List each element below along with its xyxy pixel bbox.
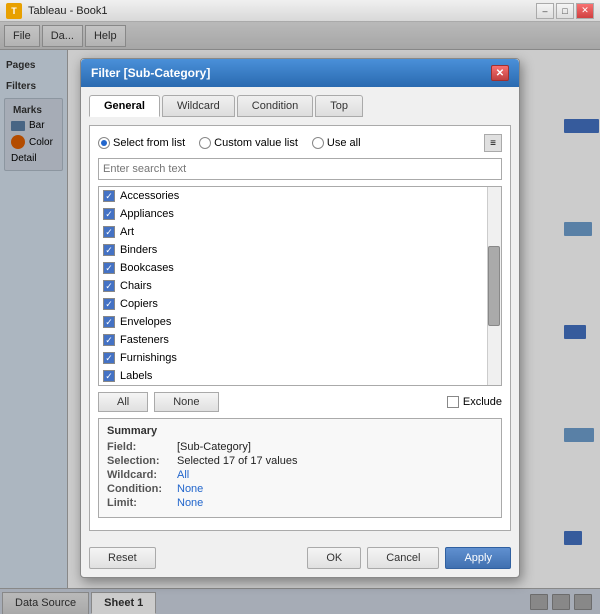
summary-selection-value: Selected 17 of 17 values — [177, 455, 297, 467]
list-item[interactable]: Bookcases — [99, 259, 487, 277]
summary-limit-label: Limit: — [107, 497, 177, 509]
item-checkbox-chairs[interactable] — [103, 280, 115, 292]
tab-bar: General Wildcard Condition Top — [89, 95, 511, 117]
item-label-labels: Labels — [120, 370, 152, 382]
summary-condition-label: Condition: — [107, 483, 177, 495]
item-checkbox-binders[interactable] — [103, 244, 115, 256]
all-button[interactable]: All — [98, 392, 148, 412]
list-scrollbar[interactable] — [487, 187, 501, 385]
select-from-list-radio[interactable]: Select from list — [98, 137, 185, 149]
item-checkbox-envelopes[interactable] — [103, 316, 115, 328]
list-item[interactable]: Art — [99, 223, 487, 241]
item-checkbox-appliances[interactable] — [103, 208, 115, 220]
filter-mode-row: Select from list Custom value list Use a… — [98, 134, 502, 152]
summary-limit-row: Limit: None — [107, 497, 493, 509]
item-label-appliances: Appliances — [120, 208, 174, 220]
list-item[interactable]: Chairs — [99, 277, 487, 295]
item-checkbox-copiers[interactable] — [103, 298, 115, 310]
tableau-main: File Da... Help Pages Filters Marks Bar … — [0, 22, 600, 614]
title-bar: T Tableau - Book1 – □ ✕ — [0, 0, 600, 22]
maximize-button[interactable]: □ — [556, 3, 574, 19]
scroll-thumb[interactable] — [488, 246, 500, 325]
summary-wildcard-value[interactable]: All — [177, 469, 189, 481]
dialog-footer: Reset OK Cancel Apply — [81, 539, 519, 577]
app-icon: T — [6, 3, 22, 19]
list-item[interactable]: Copiers — [99, 295, 487, 313]
dialog-overlay: Filter [Sub-Category] ✕ General Wildcard… — [0, 22, 600, 614]
summary-field-row: Field: [Sub-Category] — [107, 441, 493, 453]
apply-button[interactable]: Apply — [445, 547, 511, 569]
window-title: Tableau - Book1 — [28, 5, 108, 17]
custom-value-list-label: Custom value list — [214, 137, 298, 149]
dialog-title: Filter [Sub-Category] — [91, 66, 210, 80]
item-label-art: Art — [120, 226, 134, 238]
item-label-chairs: Chairs — [120, 280, 152, 292]
summary-box: Summary Field: [Sub-Category] Selection:… — [98, 418, 502, 518]
summary-title: Summary — [107, 425, 493, 437]
use-all-radio-indicator — [312, 137, 324, 149]
ok-button[interactable]: OK — [307, 547, 361, 569]
summary-field-label: Field: — [107, 441, 177, 453]
list-item[interactable]: Fasteners — [99, 331, 487, 349]
all-none-row: All None Exclude — [98, 392, 502, 412]
tab-wildcard[interactable]: Wildcard — [162, 95, 235, 117]
minimize-button[interactable]: – — [536, 3, 554, 19]
summary-condition-value[interactable]: None — [177, 483, 203, 495]
item-label-binders: Binders — [120, 244, 157, 256]
list-item[interactable]: Appliances — [99, 205, 487, 223]
item-checkbox-labels[interactable] — [103, 370, 115, 382]
item-checkbox-accessories[interactable] — [103, 190, 115, 202]
none-button[interactable]: None — [154, 392, 218, 412]
custom-value-list-radio-indicator — [199, 137, 211, 149]
item-label-accessories: Accessories — [120, 190, 179, 202]
summary-selection-label: Selection: — [107, 455, 177, 467]
dialog-title-bar: Filter [Sub-Category] ✕ — [81, 59, 519, 87]
item-checkbox-bookcases[interactable] — [103, 262, 115, 274]
select-from-list-label: Select from list — [113, 137, 185, 149]
item-checkbox-furnishings[interactable] — [103, 352, 115, 364]
list-item[interactable]: Furnishings — [99, 349, 487, 367]
filter-dialog: Filter [Sub-Category] ✕ General Wildcard… — [80, 58, 520, 578]
list-item[interactable]: Envelopes — [99, 313, 487, 331]
list-item[interactable]: Binders — [99, 241, 487, 259]
cancel-button[interactable]: Cancel — [367, 547, 439, 569]
exclude-row: Exclude — [447, 396, 502, 408]
summary-field-value: [Sub-Category] — [177, 441, 251, 453]
summary-limit-value[interactable]: None — [177, 497, 203, 509]
use-all-radio[interactable]: Use all — [312, 137, 361, 149]
items-list[interactable]: Accessories Appliances Art — [98, 186, 502, 386]
exclude-label: Exclude — [463, 396, 502, 408]
tab-top[interactable]: Top — [315, 95, 363, 117]
dialog-close-button[interactable]: ✕ — [491, 65, 509, 81]
item-label-envelopes: Envelopes — [120, 316, 171, 328]
summary-wildcard-row: Wildcard: All — [107, 469, 493, 481]
tab-general[interactable]: General — [89, 95, 160, 117]
item-label-furnishings: Furnishings — [120, 352, 177, 364]
summary-condition-row: Condition: None — [107, 483, 493, 495]
item-label-copiers: Copiers — [120, 298, 158, 310]
window-controls: – □ ✕ — [536, 3, 594, 19]
custom-value-list-radio[interactable]: Custom value list — [199, 137, 298, 149]
reset-button[interactable]: Reset — [89, 547, 156, 569]
item-checkbox-art[interactable] — [103, 226, 115, 238]
dialog-body: General Wildcard Condition Top Select fr… — [81, 87, 519, 539]
item-checkbox-fasteners[interactable] — [103, 334, 115, 346]
use-all-label: Use all — [327, 137, 361, 149]
list-item[interactable]: Labels — [99, 367, 487, 385]
list-item[interactable]: Accessories — [99, 187, 487, 205]
item-label-fasteners: Fasteners — [120, 334, 169, 346]
select-from-list-radio-indicator — [98, 137, 110, 149]
item-label-bookcases: Bookcases — [120, 262, 174, 274]
search-input[interactable] — [98, 158, 502, 180]
tab-content-general: Select from list Custom value list Use a… — [89, 125, 511, 531]
summary-wildcard-label: Wildcard: — [107, 469, 177, 481]
tab-condition[interactable]: Condition — [237, 95, 313, 117]
close-button[interactable]: ✕ — [576, 3, 594, 19]
exclude-checkbox[interactable] — [447, 396, 459, 408]
list-options-button[interactable]: ≡ — [484, 134, 502, 152]
summary-selection-row: Selection: Selected 17 of 17 values — [107, 455, 493, 467]
